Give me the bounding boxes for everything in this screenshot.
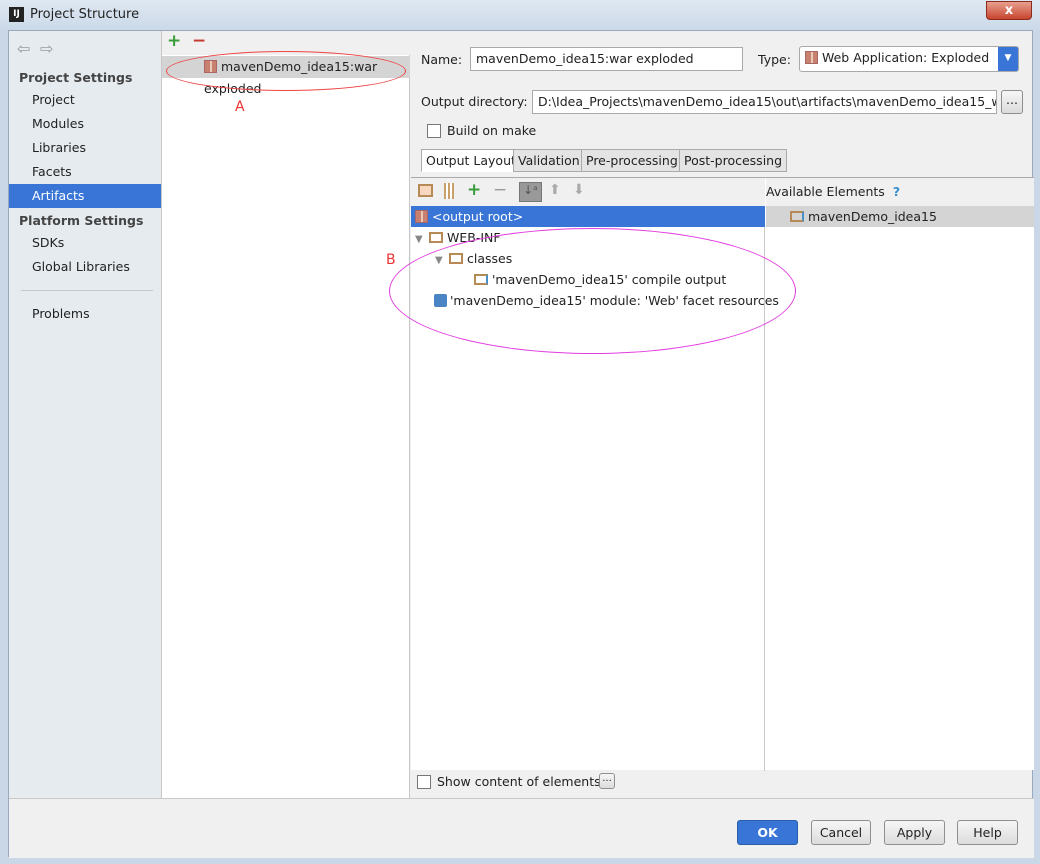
sidebar-item-project[interactable]: Project <box>9 88 161 112</box>
move-down-icon[interactable]: ⬇ <box>573 182 585 198</box>
sidebar-item-sdks[interactable]: SDKs <box>9 231 161 255</box>
divider <box>21 290 153 291</box>
tab-pre-processing[interactable]: Pre-processing <box>581 149 683 172</box>
apply-button[interactable]: Apply <box>884 820 945 845</box>
add-icon[interactable]: + <box>167 31 181 51</box>
annotation-label-a: A <box>235 99 245 115</box>
sidebar-item-facets[interactable]: Facets <box>9 160 161 184</box>
available-header: Available Elements ? <box>766 178 1034 206</box>
close-button[interactable]: x <box>986 1 1032 20</box>
available-elements-panel: Available Elements ? mavenDemo_idea15 <box>766 178 1034 771</box>
show-content-options-button[interactable]: ... <box>599 773 615 789</box>
button-bar: OK Cancel Apply Help <box>9 798 1034 858</box>
sidebar: ⇦ ⇨ Project Settings Project Modules Lib… <box>9 31 162 798</box>
tree-label: <output root> <box>431 209 524 224</box>
help-button[interactable]: Help <box>957 820 1018 845</box>
app-icon: IJ <box>9 7 24 22</box>
artifact-icon <box>415 210 428 223</box>
add-archive-icon[interactable] <box>444 183 454 199</box>
type-value: Web Application: Exploded <box>821 50 990 65</box>
name-label: Name: <box>421 52 463 67</box>
section-platform-settings: Platform Settings <box>19 213 144 228</box>
type-select[interactable]: Web Application: Exploded ▼ <box>799 46 1019 72</box>
sidebar-item-problems[interactable]: Problems <box>9 302 161 326</box>
sidebar-item-libraries[interactable]: Libraries <box>9 136 161 160</box>
layout-tree: <output root> ▼ WEB-INF ▼ classes 'mavenDe… <box>386 206 796 771</box>
tab-output-layout[interactable]: Output Layout <box>421 149 521 172</box>
sidebar-item-artifacts[interactable]: Artifacts <box>9 184 161 208</box>
cancel-button[interactable]: Cancel <box>811 820 871 845</box>
chevron-down-icon[interactable]: ▼ <box>998 47 1018 71</box>
sidebar-item-global-libraries[interactable]: Global Libraries <box>9 255 161 279</box>
section-project-settings: Project Settings <box>19 70 133 85</box>
sidebar-item-modules[interactable]: Modules <box>9 112 161 136</box>
show-content-label: Show content of elements <box>437 774 601 789</box>
back-icon[interactable]: ⇦ <box>17 39 30 58</box>
type-label: Type: <box>758 52 791 67</box>
available-elements-title: Available Elements <box>766 184 885 199</box>
available-item[interactable]: mavenDemo_idea15 <box>766 206 1034 227</box>
remove-element-icon[interactable]: − <box>493 180 507 200</box>
artifact-list: + − mavenDemo_idea15:war exploded A <box>162 31 410 798</box>
forward-icon[interactable]: ⇨ <box>40 39 53 58</box>
window-title: Project Structure <box>30 7 140 22</box>
output-directory-label: Output directory: <box>421 94 528 109</box>
add-copy-icon[interactable]: + <box>467 180 481 200</box>
build-on-make-label: Build on make <box>447 123 537 138</box>
browse-button[interactable]: ... <box>1001 90 1023 114</box>
artifact-detail: Name: mavenDemo_idea15:war exploded Type… <box>386 31 1034 798</box>
module-icon <box>790 211 804 222</box>
dialog-body: ⇦ ⇨ Project Settings Project Modules Lib… <box>8 30 1034 858</box>
annotation-label-b: B <box>386 252 396 268</box>
output-layout-panel: + − ↓ᵃ ⬆ ⬇ <output root> ▼ WEB-INF ▼ class… <box>386 177 1034 771</box>
new-directory-icon[interactable] <box>418 184 433 197</box>
help-icon[interactable]: ? <box>893 184 900 199</box>
tab-validation[interactable]: Validation <box>513 149 585 172</box>
ok-button[interactable]: OK <box>737 820 798 845</box>
annotation-ellipse-a <box>166 51 406 91</box>
annotation-ellipse-b <box>389 228 796 354</box>
tree-item-output-root[interactable]: <output root> <box>411 206 765 227</box>
remove-icon[interactable]: − <box>192 31 206 51</box>
web-app-icon <box>805 51 818 64</box>
name-input[interactable]: mavenDemo_idea15:war exploded <box>470 47 743 71</box>
available-label: mavenDemo_idea15 <box>808 209 937 224</box>
layout-toolbar: + − ↓ᵃ ⬆ ⬇ <box>411 178 765 206</box>
sort-alphabetically-icon[interactable]: ↓ᵃ <box>519 182 542 202</box>
output-directory-input[interactable]: D:\Idea_Projects\mavenDemo_idea15\out\ar… <box>532 90 997 114</box>
move-up-icon[interactable]: ⬆ <box>549 182 561 198</box>
expand-arrow-icon[interactable]: ▼ <box>415 229 429 250</box>
title-bar: IJ Project Structure x <box>0 0 1040 30</box>
tab-post-processing[interactable]: Post-processing <box>679 149 788 172</box>
show-content-checkbox[interactable] <box>417 775 431 789</box>
build-on-make-checkbox[interactable] <box>427 124 441 138</box>
folder-icon <box>429 232 443 243</box>
